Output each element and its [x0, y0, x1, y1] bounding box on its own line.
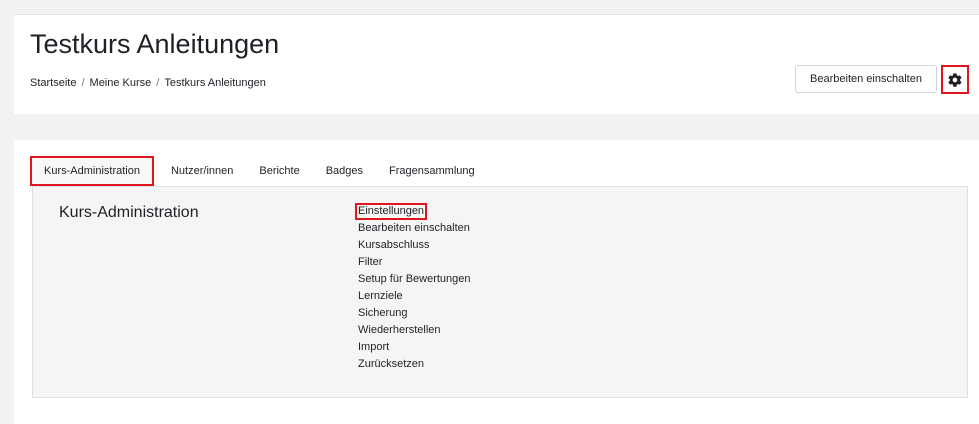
breadcrumb-home[interactable]: Startseite — [30, 77, 76, 89]
link-restore[interactable]: Wiederherstellen — [358, 322, 471, 339]
edit-mode-button[interactable]: Bearbeiten einschalten — [795, 65, 937, 93]
tab-badges[interactable]: Badges — [313, 156, 376, 186]
link-course-completion[interactable]: Kursabschluss — [358, 237, 471, 254]
link-import[interactable]: Import — [358, 339, 471, 356]
page-header: Testkurs Anleitungen Startseite / Meine … — [14, 14, 979, 114]
link-outcomes[interactable]: Lernziele — [358, 288, 471, 305]
course-administration-panel: Kurs-Administration Einstellungen Bearbe… — [32, 186, 968, 398]
admin-link-list: Einstellungen Bearbeiten einschalten Kur… — [355, 203, 471, 373]
course-settings-menu-button[interactable] — [941, 65, 969, 94]
link-filter[interactable]: Filter — [358, 254, 471, 271]
page-title: Testkurs Anleitungen — [30, 29, 280, 59]
breadcrumb-current-course[interactable]: Testkurs Anleitungen — [164, 77, 266, 89]
tab-course-administration[interactable]: Kurs-Administration — [30, 156, 154, 186]
link-reset[interactable]: Zurücksetzen — [358, 356, 471, 373]
tab-users[interactable]: Nutzer/innen — [158, 156, 246, 186]
breadcrumb-my-courses[interactable]: Meine Kurse — [90, 77, 152, 89]
gear-icon — [948, 72, 962, 87]
link-backup[interactable]: Sicherung — [358, 305, 471, 322]
tab-reports[interactable]: Berichte — [246, 156, 312, 186]
breadcrumb-separator: / — [81, 77, 85, 89]
breadcrumb-separator: / — [156, 77, 160, 89]
breadcrumb: Startseite / Meine Kurse / Testkurs Anle… — [30, 77, 266, 89]
section-title: Kurs-Administration — [59, 204, 199, 221]
link-gradebook-setup[interactable]: Setup für Bewertungen — [358, 271, 471, 288]
tab-question-bank[interactable]: Fragensammlung — [376, 156, 488, 186]
link-settings[interactable]: Einstellungen — [355, 203, 428, 220]
admin-tabs: Kurs-Administration Nutzer/innen Bericht… — [30, 156, 488, 186]
link-edit-mode[interactable]: Bearbeiten einschalten — [358, 220, 471, 237]
main-content: Kurs-Administration Nutzer/innen Bericht… — [14, 140, 979, 424]
